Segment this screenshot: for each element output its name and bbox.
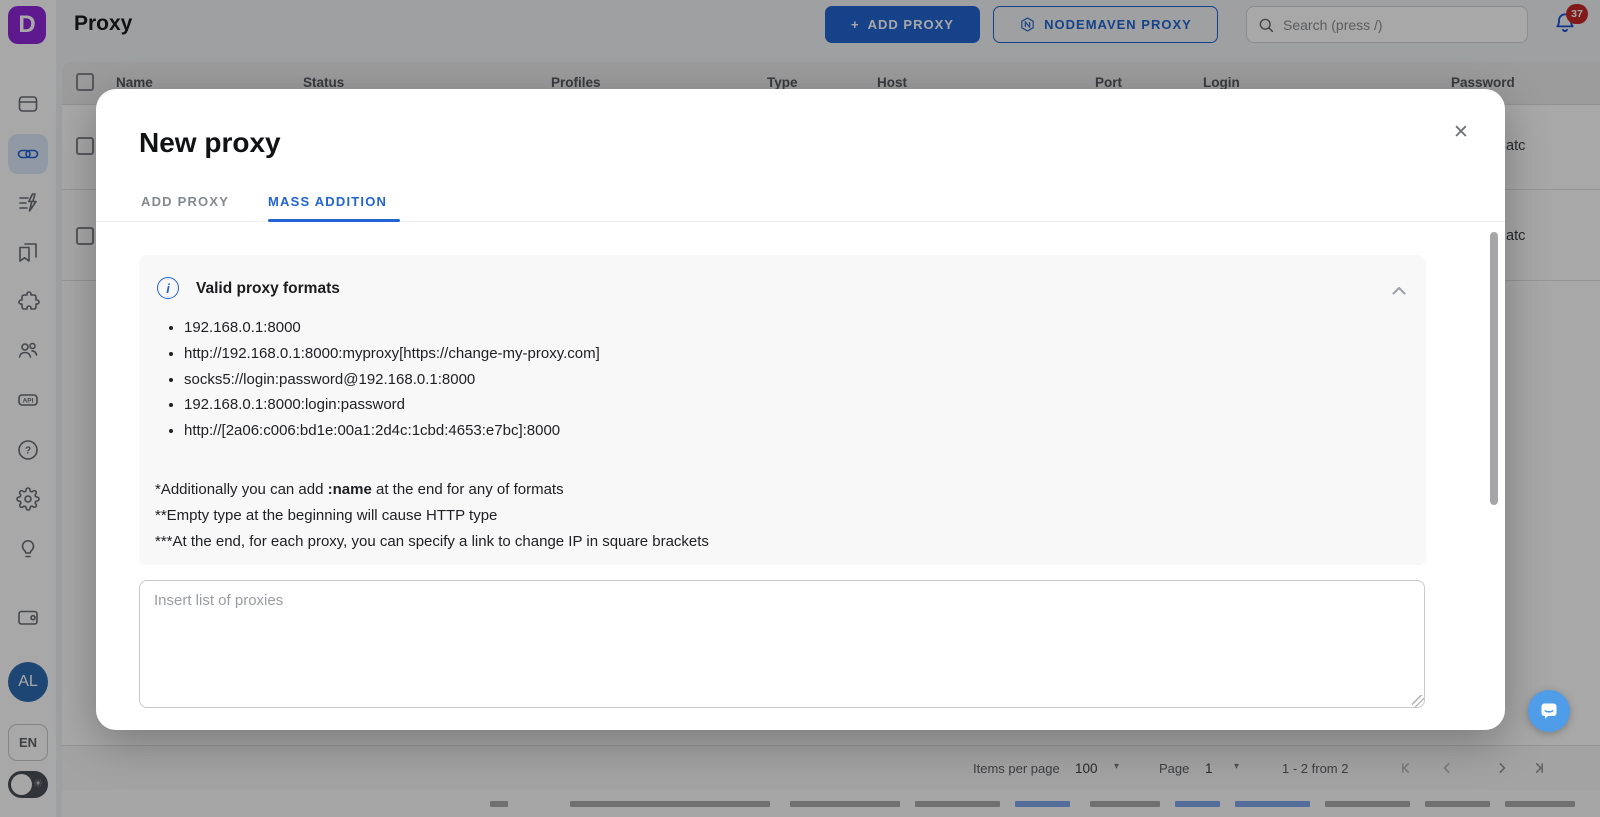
- modal-scrollbar[interactable]: [1490, 232, 1498, 505]
- textarea-resize-handle[interactable]: [1412, 695, 1424, 707]
- format-item: socks5://login:password@192.168.0.1:8000: [184, 367, 600, 393]
- format-notes: *Additionally you can add :name at the e…: [155, 477, 709, 555]
- format-item: http://192.168.0.1:8000:myproxy[https://…: [184, 341, 600, 367]
- note-line-1: *Additionally you can add :name at the e…: [155, 477, 709, 503]
- format-item: http://[2a06:c006:bd1e:00a1:2d4c:1cbd:46…: [184, 418, 600, 444]
- valid-formats-panel: i Valid proxy formats 192.168.0.1:8000 h…: [139, 255, 1426, 565]
- tab-add-proxy[interactable]: ADD PROXY: [141, 194, 229, 209]
- tab-mass-addition[interactable]: MASS ADDITION: [268, 194, 387, 209]
- chat-widget-button[interactable]: [1528, 690, 1570, 732]
- format-item: 192.168.0.1:8000:login:password: [184, 392, 600, 418]
- valid-formats-title: Valid proxy formats: [196, 280, 340, 298]
- modal-title: New proxy: [139, 127, 281, 159]
- proxy-list-textarea[interactable]: [139, 580, 1425, 708]
- active-tab-underline: [268, 219, 400, 222]
- chat-bubble-icon: [1537, 699, 1561, 723]
- close-icon[interactable]: ✕: [1446, 117, 1476, 147]
- screen: D API ? A: [0, 0, 1600, 817]
- modal-tabs: ADD PROXY MASS ADDITION: [96, 187, 1505, 222]
- chevron-up-icon[interactable]: [1387, 279, 1411, 303]
- info-icon: i: [157, 277, 179, 299]
- format-list: 192.168.0.1:8000 http://192.168.0.1:8000…: [167, 315, 600, 444]
- new-proxy-modal: ✕ New proxy ADD PROXY MASS ADDITION i Va…: [96, 89, 1505, 730]
- format-item: 192.168.0.1:8000: [184, 315, 600, 341]
- note-line-3: ***At the end, for each proxy, you can s…: [155, 529, 709, 555]
- note-line-2: **Empty type at the beginning will cause…: [155, 503, 709, 529]
